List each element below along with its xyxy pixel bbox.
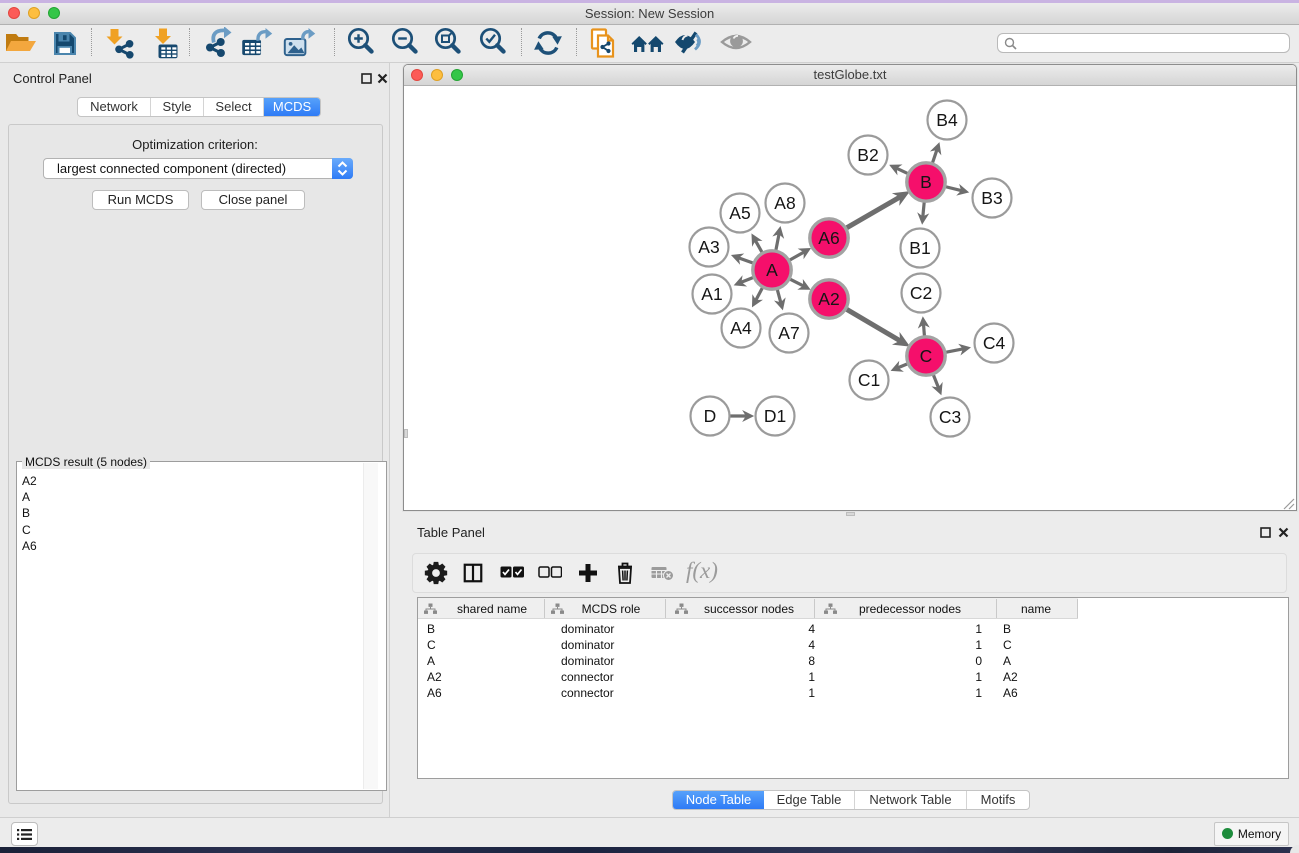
svg-text:A: A bbox=[766, 260, 778, 280]
svg-text:B2: B2 bbox=[857, 145, 878, 165]
svg-text:A8: A8 bbox=[774, 193, 795, 213]
svg-text:B4: B4 bbox=[936, 110, 958, 130]
svg-text:A4: A4 bbox=[730, 318, 752, 338]
svg-text:A3: A3 bbox=[698, 237, 719, 257]
svg-text:A6: A6 bbox=[818, 228, 839, 248]
svg-text:B1: B1 bbox=[909, 238, 930, 258]
svg-text:B: B bbox=[920, 172, 932, 192]
svg-text:A7: A7 bbox=[778, 323, 799, 343]
svg-text:C: C bbox=[920, 346, 933, 366]
svg-text:A5: A5 bbox=[729, 203, 750, 223]
svg-text:D: D bbox=[704, 406, 717, 426]
svg-text:C3: C3 bbox=[939, 407, 961, 427]
svg-text:A1: A1 bbox=[701, 284, 722, 304]
svg-text:C4: C4 bbox=[983, 333, 1006, 353]
svg-text:C1: C1 bbox=[858, 370, 880, 390]
svg-text:B3: B3 bbox=[981, 188, 1002, 208]
svg-text:A2: A2 bbox=[818, 289, 839, 309]
svg-text:D1: D1 bbox=[764, 406, 786, 426]
svg-text:C2: C2 bbox=[910, 283, 932, 303]
